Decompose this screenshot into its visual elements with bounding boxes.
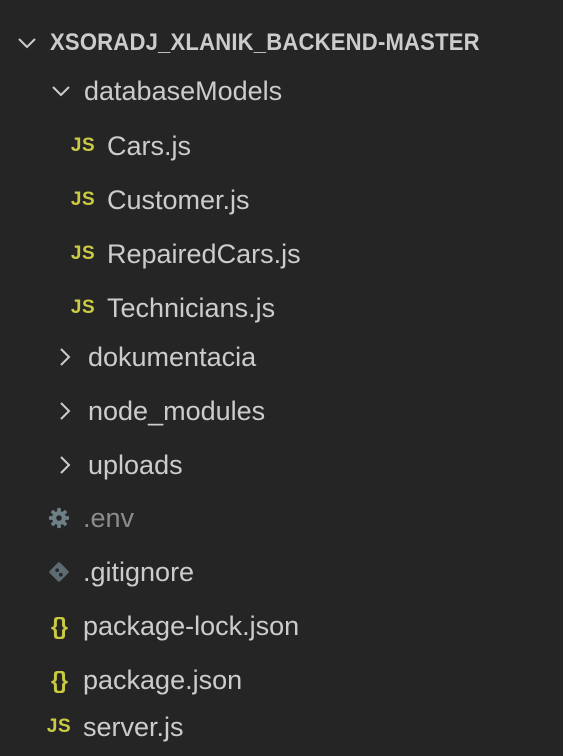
tree-file-package-lock-json[interactable]: {} package-lock.json — [0, 599, 563, 653]
tree-folder-label: dokumentacia — [88, 341, 257, 372]
tree-file-label: .env — [83, 502, 135, 533]
json-braces-icon: {} — [51, 666, 68, 693]
tree-folder-label: uploads — [88, 449, 183, 480]
tree-file-label: Cars.js — [107, 130, 192, 161]
git-icon — [44, 557, 74, 587]
tree-file-gitignore[interactable]: .gitignore — [0, 545, 563, 599]
tree-file-package-json[interactable]: {} package.json — [0, 653, 563, 707]
tree-file-technicians[interactable]: JS Technicians.js — [0, 281, 563, 335]
tree-file-env[interactable]: .env — [0, 491, 563, 545]
js-icon: JS — [46, 716, 72, 737]
chevron-down-icon — [48, 76, 74, 106]
tree-file-cars[interactable]: JS Cars.js — [0, 119, 563, 173]
tree-folder-label: node_modules — [88, 395, 266, 426]
tree-file-label: package-lock.json — [83, 610, 300, 641]
chevron-down-icon — [14, 28, 40, 58]
tree-root-folder[interactable]: XSORADJ_XLANIK_BACKEND-MASTER — [0, 16, 563, 70]
tree-file-customer[interactable]: JS Customer.js — [0, 173, 563, 227]
tree-file-label: RepairedCars.js — [107, 238, 301, 269]
tree-file-label: Customer.js — [107, 184, 250, 215]
js-icon: JS — [70, 243, 96, 264]
json-braces-icon: {} — [51, 612, 68, 639]
tree-file-label: Technicians.js — [107, 292, 276, 323]
gear-icon — [44, 503, 74, 533]
tree-file-server-js[interactable]: JS server.js — [0, 700, 563, 754]
js-icon: JS — [70, 189, 96, 210]
tree-folder-node-modules[interactable]: node_modules — [0, 384, 563, 438]
tree-folder-label: databaseModels — [84, 75, 283, 106]
tree-file-repairedcars[interactable]: JS RepairedCars.js — [0, 227, 563, 281]
tree-folder-databasemodels[interactable]: databaseModels — [0, 64, 563, 118]
tree-file-label: package.json — [83, 664, 243, 695]
tree-folder-dokumentacia[interactable]: dokumentacia — [0, 330, 563, 384]
tree-file-label: server.js — [83, 711, 184, 742]
chevron-right-icon — [52, 450, 78, 480]
tree-root-label: XSORADJ_XLANIK_BACKEND-MASTER — [50, 29, 480, 56]
js-icon: JS — [70, 135, 96, 156]
chevron-right-icon — [52, 396, 78, 426]
chevron-right-icon — [52, 342, 78, 372]
tree-folder-uploads[interactable]: uploads — [0, 438, 563, 492]
js-icon: JS — [70, 297, 96, 318]
tree-file-label: .gitignore — [83, 556, 195, 587]
file-explorer: XSORADJ_XLANIK_BACKEND-MASTER databaseMo… — [0, 0, 563, 756]
